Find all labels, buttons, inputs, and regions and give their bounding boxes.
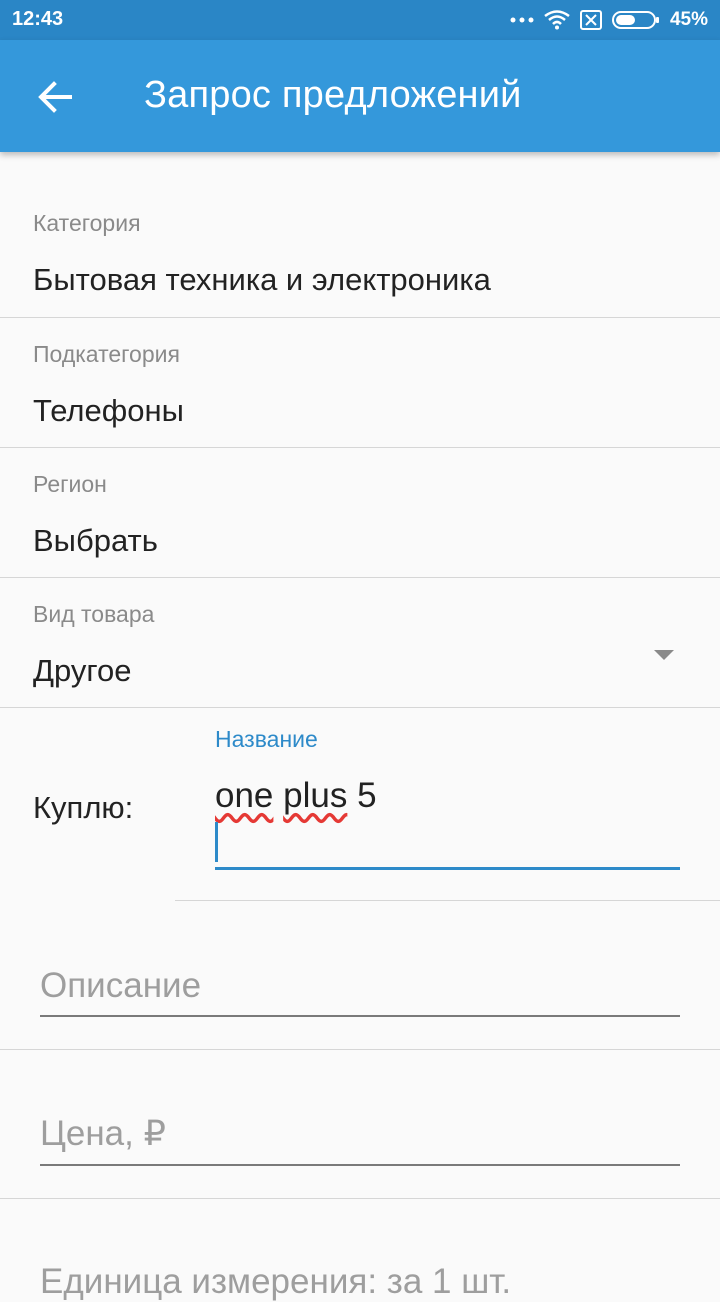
text-cursor xyxy=(215,822,218,862)
page-title: Запрос предложений xyxy=(144,74,522,116)
category-label: Категория xyxy=(33,210,141,236)
subcategory-value: Телефоны xyxy=(33,393,184,428)
battery-percent: 45% xyxy=(669,9,708,30)
price-underline xyxy=(40,1164,680,1166)
battery-icon xyxy=(611,11,659,29)
status-time: 12:43 xyxy=(12,8,64,30)
back-arrow-icon[interactable] xyxy=(30,72,80,122)
product-type-select[interactable]: Вид товара Другое xyxy=(0,578,720,708)
price-input[interactable]: Цена, ₽ xyxy=(40,1114,166,1154)
product-type-label: Вид товара xyxy=(33,601,155,627)
name-floating-label: Название xyxy=(215,726,318,752)
unit-input[interactable]: Единица измерения: за 1 шт. xyxy=(40,1262,511,1302)
status-icons: 45% xyxy=(510,8,708,32)
region-label: Регион xyxy=(33,471,107,497)
sim-off-icon xyxy=(579,10,602,30)
name-word-3: 5 xyxy=(357,776,377,815)
status-bar: 12:43 45% xyxy=(0,0,720,40)
name-input-underline xyxy=(215,867,680,870)
app-bar: Запрос предложений xyxy=(0,40,720,152)
product-type-value: Другое xyxy=(33,653,132,688)
buy-label: Куплю: xyxy=(33,790,134,825)
subcategory-label: Подкатегория xyxy=(33,341,180,367)
category-value: Бытовая техника и электроника xyxy=(33,262,491,297)
divider xyxy=(0,1198,720,1199)
name-word-2: plus xyxy=(283,776,348,815)
name-word-1: one xyxy=(215,776,274,815)
name-input[interactable]: one plus 5 xyxy=(215,776,377,816)
category-field[interactable]: Категория Бытовая техника и электроника xyxy=(0,152,720,318)
buy-divider xyxy=(175,900,720,901)
more-dots-icon xyxy=(510,17,534,23)
wifi-icon xyxy=(544,10,570,30)
subcategory-field[interactable]: Подкатегория Телефоны xyxy=(0,318,720,448)
dropdown-arrow-icon xyxy=(654,650,674,660)
divider xyxy=(0,1049,720,1050)
region-field[interactable]: Регион Выбрать xyxy=(0,448,720,578)
description-underline xyxy=(40,1015,680,1017)
region-value: Выбрать xyxy=(33,523,158,558)
description-input[interactable]: Описание xyxy=(40,966,201,1006)
